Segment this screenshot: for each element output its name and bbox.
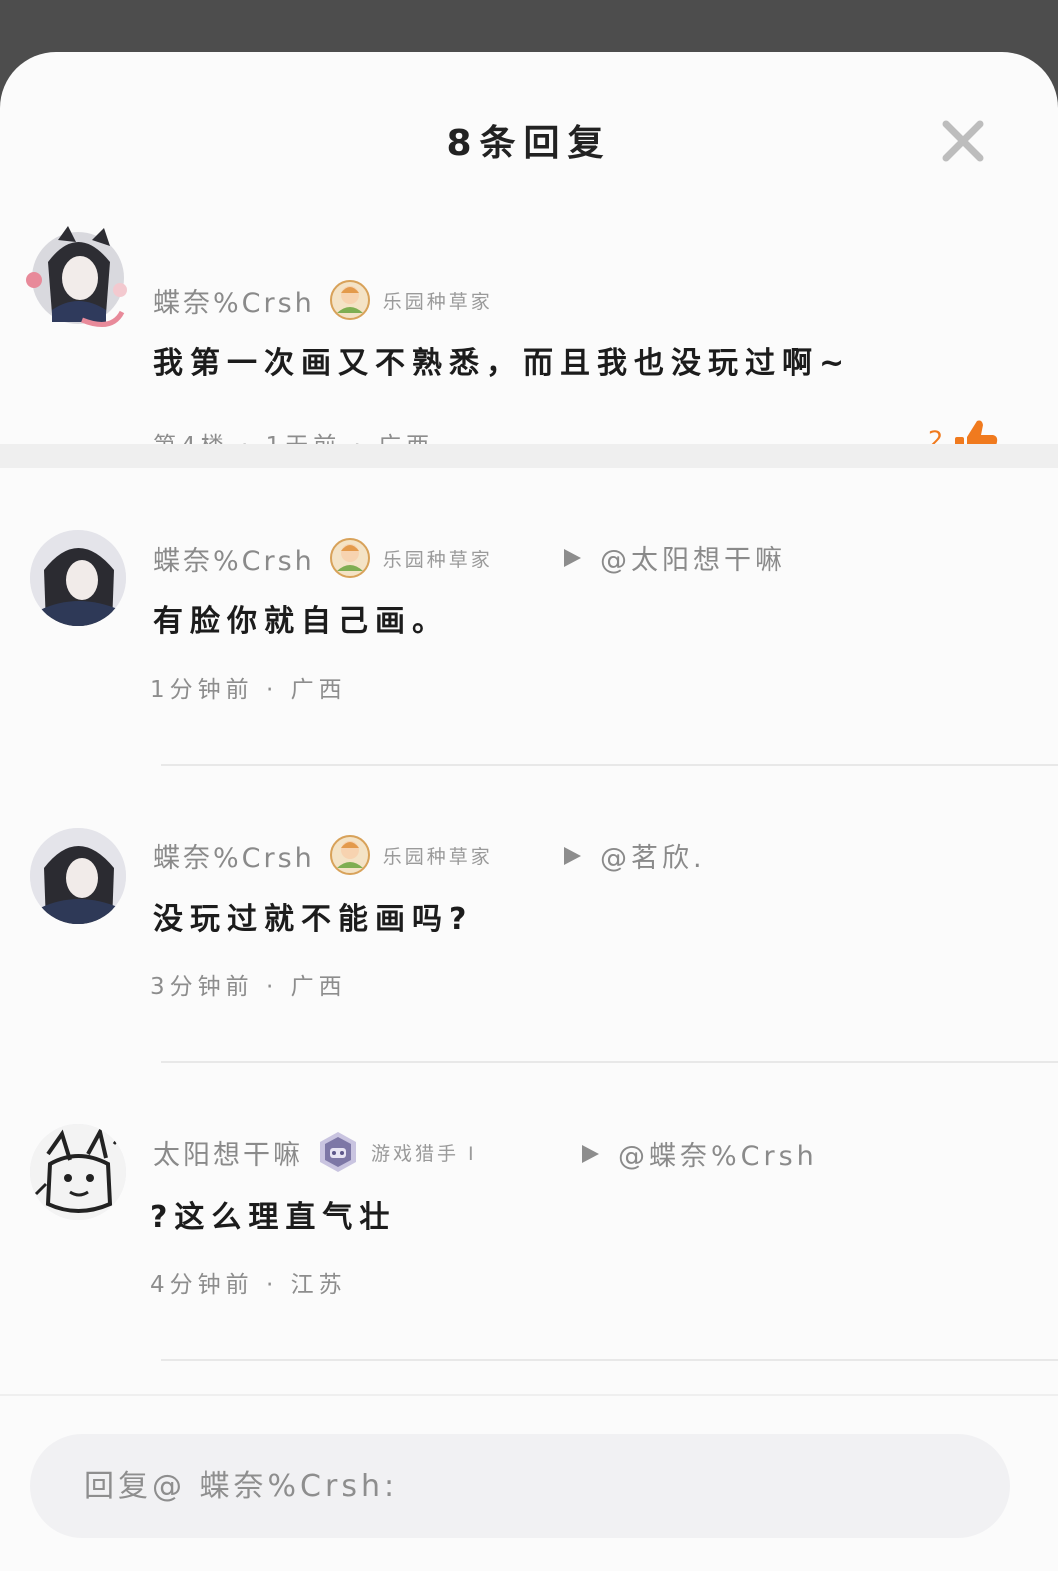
close-button[interactable] <box>938 116 988 166</box>
medal-icon <box>317 1131 359 1173</box>
username[interactable]: 蝶奈%Crsh <box>153 539 315 578</box>
dimmed-background[interactable] <box>0 0 1058 52</box>
medal-title: 乐园种草家 <box>382 290 493 313</box>
avatar[interactable] <box>30 828 126 924</box>
medal-title: 乐园种草家 <box>382 845 493 868</box>
reply-meta: 1分钟前 · 广西 <box>150 677 347 703</box>
reply-text[interactable]: 有脸你就自己画。 <box>153 596 449 640</box>
reply-target-user[interactable]: @太阳想干嘛 <box>600 538 786 577</box>
reply-text[interactable]: ?这么理直气壮 <box>150 1192 396 1236</box>
medal-icon <box>329 537 371 579</box>
reply-meta: 4分钟前 · 江苏 <box>150 1272 347 1298</box>
play-arrow-icon <box>564 847 581 865</box>
reply-meta: 3分钟前 · 广西 <box>150 974 347 1000</box>
username[interactable]: 太阳想干嘛 <box>153 1133 303 1172</box>
medal-title: 游戏猎手 I <box>371 1142 477 1165</box>
medal-icon <box>329 279 371 321</box>
username[interactable]: 蝶奈%Crsh <box>153 281 315 320</box>
reply-target-user[interactable]: @蝶奈%Crsh <box>618 1134 818 1173</box>
play-arrow-icon <box>564 549 581 567</box>
comment-author-row: 蝶奈%Crsh 乐园种草家 <box>153 278 493 322</box>
medal-icon <box>329 834 371 876</box>
medal-title: 乐园种草家 <box>382 548 493 571</box>
play-arrow-icon <box>582 1145 599 1163</box>
main-comment[interactable]: 蝶奈%Crsh 乐园种草家 我第一次画又不熟悉，而且我也没玩过啊~ 第4楼 · … <box>0 222 1058 460</box>
avatar[interactable] <box>22 222 130 330</box>
reply-bar <box>0 1394 1058 1571</box>
avatar[interactable] <box>30 1124 126 1220</box>
section-separator <box>0 444 1058 468</box>
replies-sheet: 8条回复 蝶奈%Crsh 乐园种草家 我第一次画又不熟悉，而且我也没玩过啊~ 2… <box>0 52 1058 1571</box>
reply-author-row: 太阳想干嘛 游戏猎手 I <box>153 1130 477 1174</box>
username[interactable]: 蝶奈%Crsh <box>153 836 315 875</box>
sheet-header: 8条回复 <box>0 52 1058 222</box>
reply-target-user[interactable]: @茗欣. <box>600 836 706 875</box>
divider <box>161 1359 1058 1361</box>
divider <box>161 1061 1058 1063</box>
avatar[interactable] <box>30 530 126 626</box>
close-icon <box>942 120 984 162</box>
page-title: 8条回复 <box>446 123 612 164</box>
divider <box>161 764 1058 766</box>
reply-author-row: 蝶奈%Crsh 乐园种草家 <box>153 833 493 877</box>
reply-input[interactable] <box>30 1434 1010 1538</box>
reply-text[interactable]: 没玩过就不能画吗? <box>153 894 473 938</box>
comment-text[interactable]: 我第一次画又不熟悉，而且我也没玩过啊~ <box>153 338 851 382</box>
reply-author-row: 蝶奈%Crsh 乐园种草家 <box>153 536 493 580</box>
